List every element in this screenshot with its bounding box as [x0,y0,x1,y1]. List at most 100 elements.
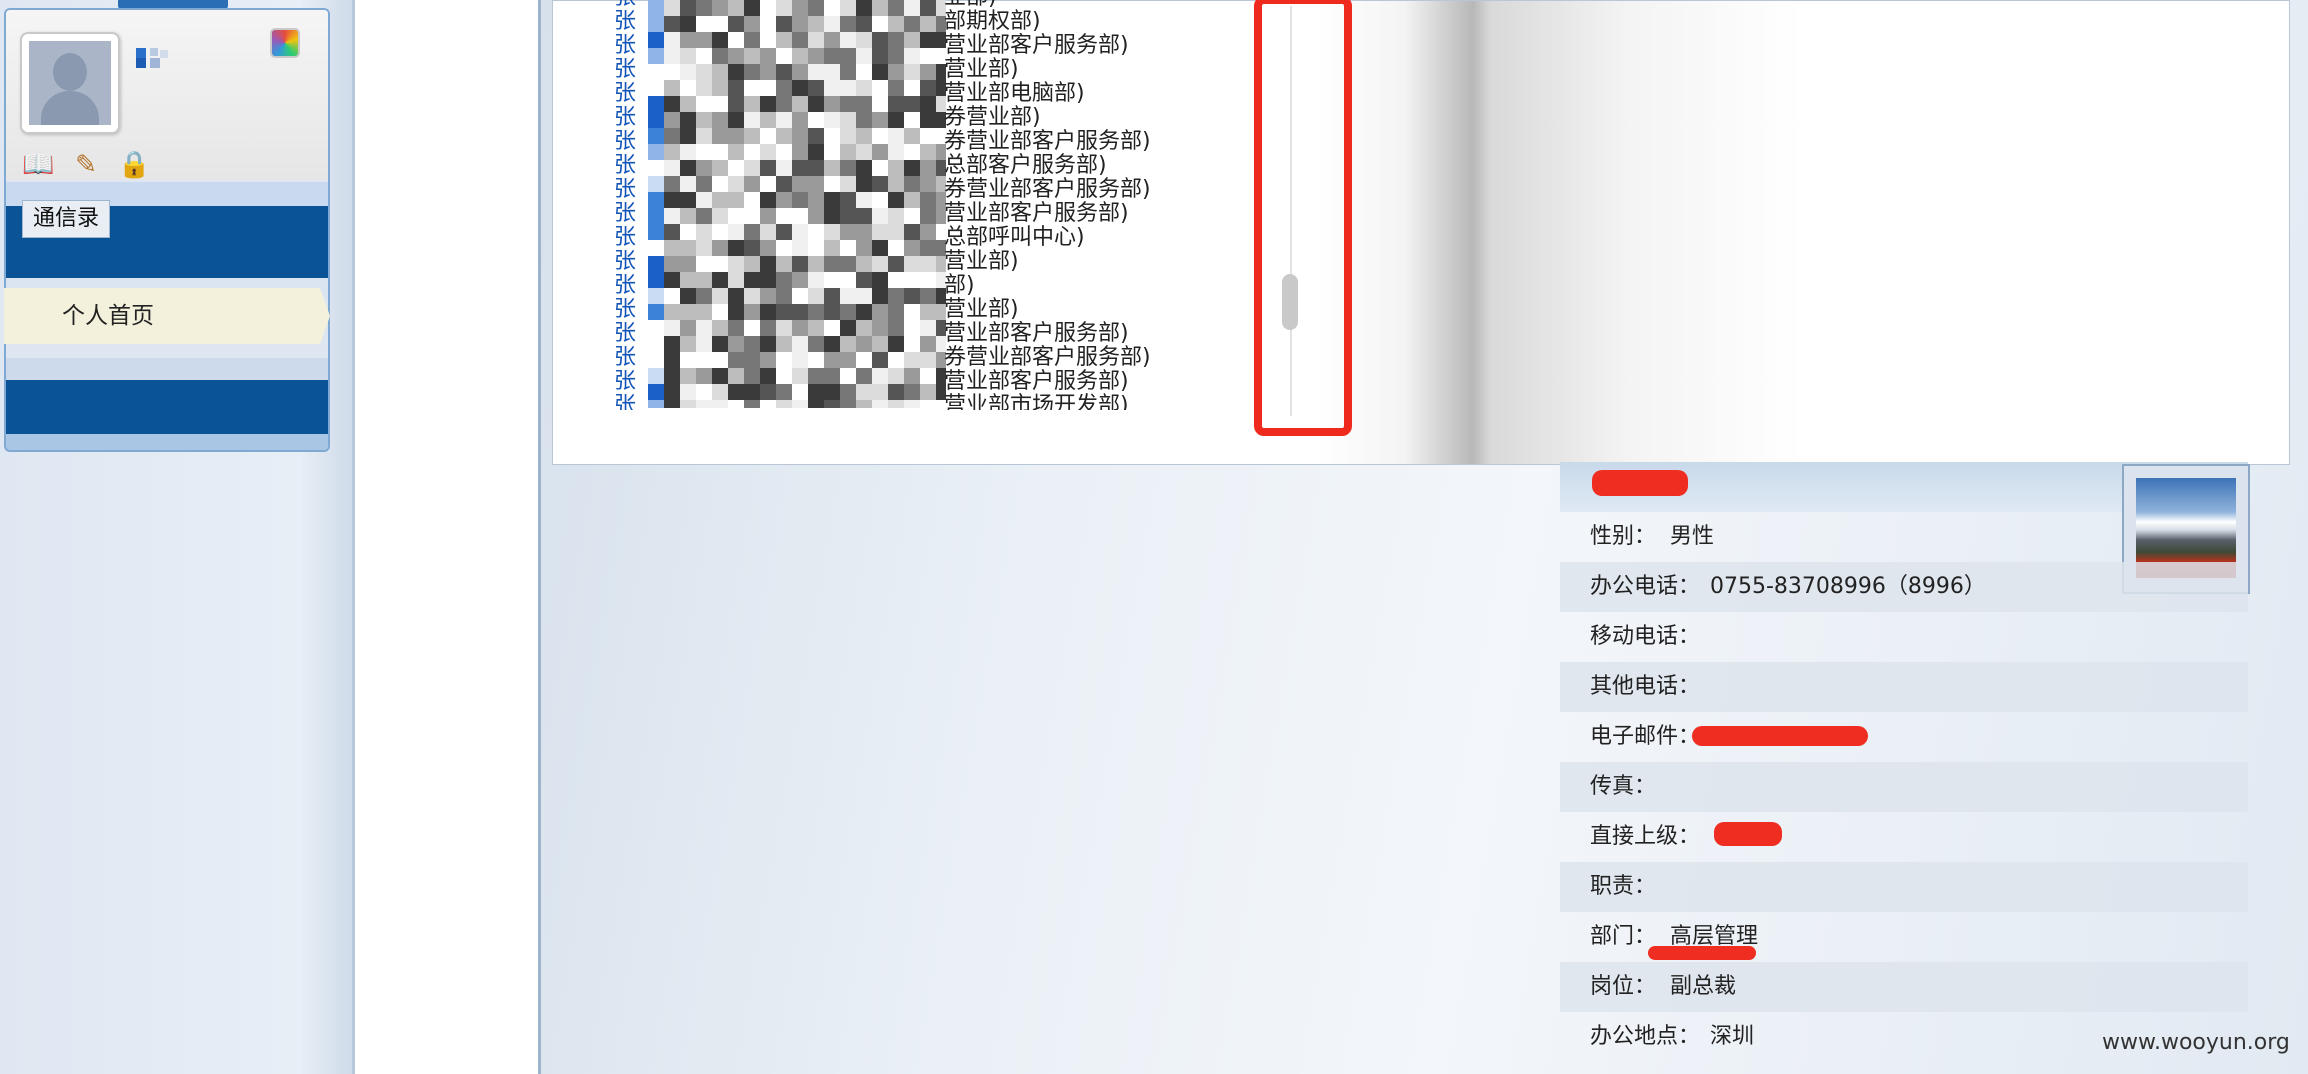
lock-icon[interactable]: 🔒 [118,150,150,180]
detail-row: 直接上级： [1560,812,2248,862]
mosaic-cell [728,256,744,272]
mosaic-cell [744,256,760,272]
mosaic-cell [712,32,728,48]
mosaic-cell [760,96,776,112]
mosaic-cell [712,320,728,336]
detail-row: 移动电话： [1560,612,2248,662]
mosaic-cell [696,208,712,224]
contacts-tab-label[interactable]: 通信录 [22,200,111,238]
mosaic-cell [872,48,888,64]
mosaic-cell [792,304,808,320]
mosaic-cell [776,48,792,64]
mosaic-cell [744,0,760,16]
mosaic-cell [920,128,936,144]
mosaic-cell [776,32,792,48]
redacted-names-mosaic [648,0,946,408]
mosaic-cell [792,352,808,368]
mosaic-cell [728,208,744,224]
address-book-icon[interactable]: 📖 [22,150,54,180]
mosaic-cell [712,304,728,320]
mosaic-cell [696,304,712,320]
mosaic-cell [840,144,856,160]
mosaic-cell [696,0,712,16]
mosaic-cell [728,48,744,64]
mosaic-cell [776,192,792,208]
mosaic-cell [840,352,856,368]
mosaic-cell [840,384,856,400]
mosaic-cell [712,384,728,400]
mosaic-cell [920,80,936,96]
mosaic-cell [680,240,696,256]
mosaic-cell [696,160,712,176]
redaction-mark [1692,726,1868,746]
mosaic-cell [712,224,728,240]
mosaic-cell [856,272,872,288]
sidebar-item-home[interactable]: 个人首页 [4,288,330,344]
mosaic-cell [744,240,760,256]
mosaic-cell [696,256,712,272]
mosaic-cell [696,16,712,32]
mosaic-cell [840,336,856,352]
mosaic-cell [760,80,776,96]
mosaic-cell [904,352,920,368]
mosaic-cell [840,192,856,208]
skin-color-icon[interactable] [270,28,300,58]
mosaic-cell [792,336,808,352]
mosaic-cell [648,16,664,32]
department-cell: 营业部客户服务部) [944,321,1129,346]
mosaic-cell [744,336,760,352]
mosaic-cell [664,192,680,208]
detail-label: 性别： [1590,524,1657,549]
mosaic-cell [872,224,888,240]
mosaic-cell [792,272,808,288]
mosaic-cell [696,368,712,384]
mosaic-cell [744,400,760,408]
mosaic-cell [680,352,696,368]
mosaic-cell [712,208,728,224]
mosaic-cell [712,144,728,160]
mosaic-cell [792,192,808,208]
mosaic-cell [776,16,792,32]
mosaic-cell [856,48,872,64]
mosaic-cell [824,80,840,96]
mosaic-cell [792,0,808,16]
mosaic-cell [920,288,936,304]
mosaic-cell [792,80,808,96]
mosaic-cell [856,208,872,224]
mosaic-cell [888,336,904,352]
mosaic-cell [840,256,856,272]
mosaic-cell [776,128,792,144]
mosaic-cell [824,320,840,336]
mosaic-cell [872,240,888,256]
mosaic-cell [808,48,824,64]
mosaic-cell [808,16,824,32]
mosaic-cell [792,128,808,144]
mosaic-cell [744,368,760,384]
mosaic-cell [728,112,744,128]
mosaic-cell [920,352,936,368]
mosaic-cell [728,320,744,336]
mosaic-cell [792,288,808,304]
nav-section-bar[interactable] [6,380,328,434]
mosaic-cell [696,128,712,144]
notepad-icon[interactable]: ✎ [70,150,102,180]
mosaic-cell [728,176,744,192]
sidebar-item-label: 个人首页 [62,303,154,329]
mosaic-cell [824,16,840,32]
mosaic-cell [808,336,824,352]
mosaic-cell [664,368,680,384]
mosaic-cell [664,96,680,112]
mosaic-cell [888,224,904,240]
mosaic-cell [920,48,936,64]
mosaic-cell [824,128,840,144]
mosaic-cell [920,336,936,352]
mosaic-cell [728,160,744,176]
mosaic-cell [664,32,680,48]
mosaic-cell [728,0,744,16]
mosaic-cell [920,272,936,288]
mosaic-cell [696,320,712,336]
user-avatar-icon[interactable] [20,32,120,134]
mosaic-cell [904,48,920,64]
mosaic-cell [888,64,904,80]
mosaic-cell [648,304,664,320]
